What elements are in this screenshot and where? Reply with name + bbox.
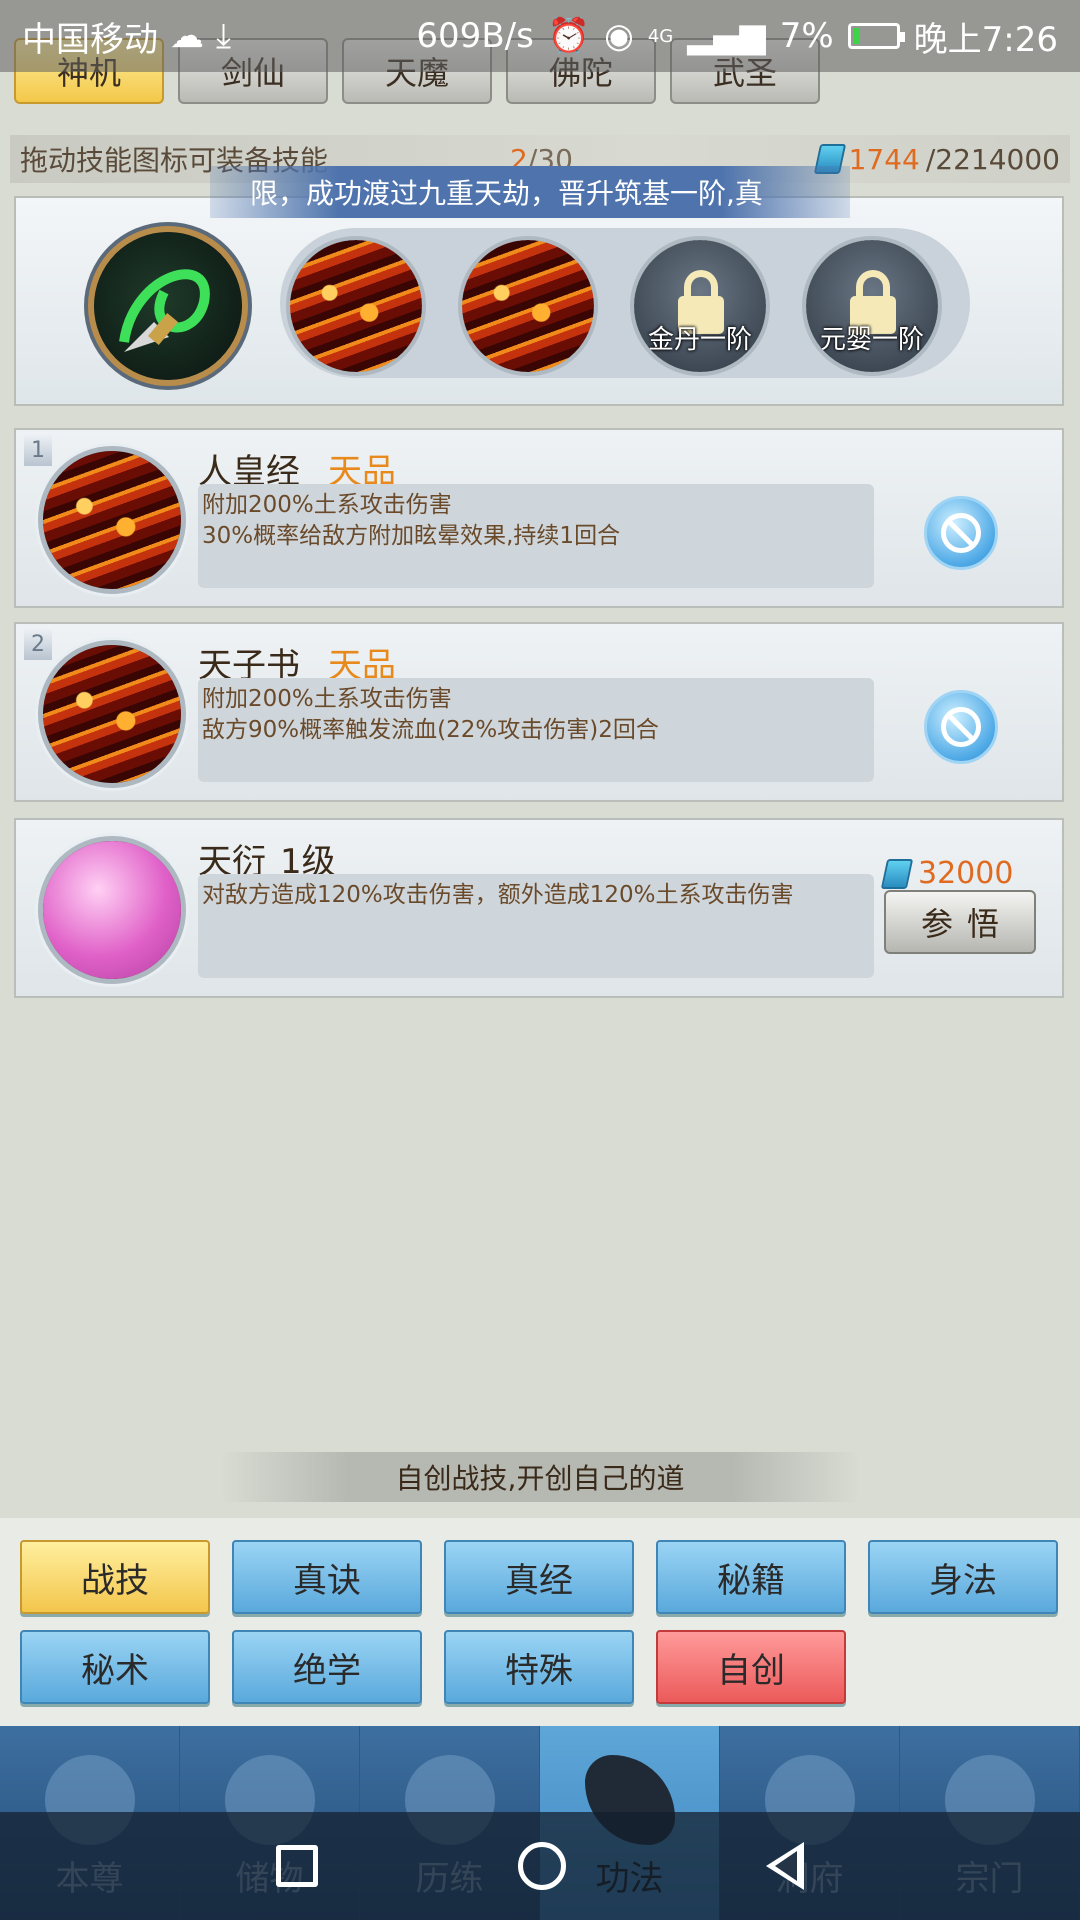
fire-skill-icon <box>43 645 181 783</box>
home-icon[interactable] <box>518 1842 566 1890</box>
currency-display: 1744/2214000 <box>813 142 1060 176</box>
fire-skill-icon <box>43 451 181 589</box>
unequip-button[interactable] <box>924 690 998 764</box>
category-mishu[interactable]: 秘术 <box>20 1630 210 1704</box>
category-teshu[interactable]: 特殊 <box>444 1630 634 1704</box>
locked-slot-jindan[interactable]: 金丹一阶 <box>630 236 770 376</box>
back-icon[interactable] <box>766 1842 804 1890</box>
self-create-banner[interactable]: 自创战技,开创自己的道 <box>220 1452 860 1502</box>
ban-icon <box>941 707 981 747</box>
skill-description: 附加200%土系攻击伤害 30%概率给敌方附加眩晕效果,持续1回合 <box>198 484 874 588</box>
category-juexue[interactable]: 绝学 <box>232 1630 422 1704</box>
ticket-icon <box>880 858 914 889</box>
signal-type: 4G <box>647 25 674 47</box>
cloud-icon: ☁ <box>170 16 204 56</box>
currency-total: /2214000 <box>925 142 1060 176</box>
skill-card-tianzishu[interactable]: 2 天子书 天品 附加200%土系攻击伤害 敌方90%概率触发流血(22%攻击伤… <box>14 622 1064 802</box>
lock-requirement-label: 元婴一阶 <box>819 325 924 355</box>
unequip-button[interactable] <box>924 496 998 570</box>
category-miji[interactable]: 秘籍 <box>656 1540 846 1614</box>
comprehend-button[interactable]: 参悟 <box>884 890 1036 954</box>
fire-skill-icon <box>462 240 594 372</box>
currency-have: 1744 <box>848 142 920 176</box>
system-navigation-bar <box>0 1812 1080 1920</box>
download-icon: ⤓ <box>216 16 232 56</box>
battery-percent: 7% <box>779 16 834 56</box>
comprehend-cost: 32000 <box>880 856 1013 891</box>
fire-skill-icon <box>290 240 422 372</box>
whip-icon <box>94 232 242 380</box>
category-zhenjue[interactable]: 真诀 <box>232 1540 422 1614</box>
skill-icon[interactable] <box>38 836 186 984</box>
dancer-skill-icon <box>43 841 181 979</box>
skill-card-renhuangjing[interactable]: 1 人皇经 天品 附加200%土系攻击伤害 30%概率给敌方附加眩晕效果,持续1… <box>14 428 1064 608</box>
eye-icon: ◉ <box>604 16 634 56</box>
skill-card-tianyan[interactable]: 天衍 1级 对敌方造成120%攻击伤害，额外造成120%土系攻击伤害 32000… <box>14 818 1064 998</box>
skill-description: 对敌方造成120%攻击伤害，额外造成120%土系攻击伤害 <box>198 874 874 978</box>
alarm-icon: ⏰ <box>547 16 591 56</box>
equipped-slot-1[interactable] <box>286 236 426 376</box>
skill-icon[interactable] <box>38 640 186 788</box>
clock: 晚上7:26 <box>913 19 1058 60</box>
main-weapon-slot[interactable] <box>88 226 248 386</box>
skill-description: 附加200%土系攻击伤害 敌方90%概率触发流血(22%攻击伤害)2回合 <box>198 678 874 782</box>
ban-icon <box>941 513 981 553</box>
category-zhanji[interactable]: 战技 <box>20 1540 210 1614</box>
lock-requirement-label: 金丹一阶 <box>647 325 752 355</box>
category-zichuang[interactable]: 自创 <box>656 1630 846 1704</box>
equipped-slot-2[interactable] <box>458 236 598 376</box>
locked-slot-yuanying[interactable]: 元婴一阶 <box>802 236 942 376</box>
announcement-marquee: 限，成功渡过九重天劫，晋升筑基一阶,真 <box>210 166 850 218</box>
rank-badge: 2 <box>24 628 52 660</box>
category-zhenjing[interactable]: 真经 <box>444 1540 634 1614</box>
battery-icon <box>847 23 905 49</box>
carrier-label: 中国移动 <box>22 19 158 60</box>
category-shenfa[interactable]: 身法 <box>868 1540 1058 1614</box>
status-bar: 中国移动 ☁ ⤓ 609B/s ⏰ ◉ 4G ▂▄▆ 7% 晚上7:26 <box>0 0 1080 72</box>
skill-icon[interactable] <box>38 446 186 594</box>
recent-apps-icon[interactable] <box>276 1845 318 1887</box>
signal-icon: ▂▄▆ <box>687 16 766 56</box>
network-speed: 609B/s <box>416 16 534 56</box>
rank-badge: 1 <box>24 434 52 466</box>
